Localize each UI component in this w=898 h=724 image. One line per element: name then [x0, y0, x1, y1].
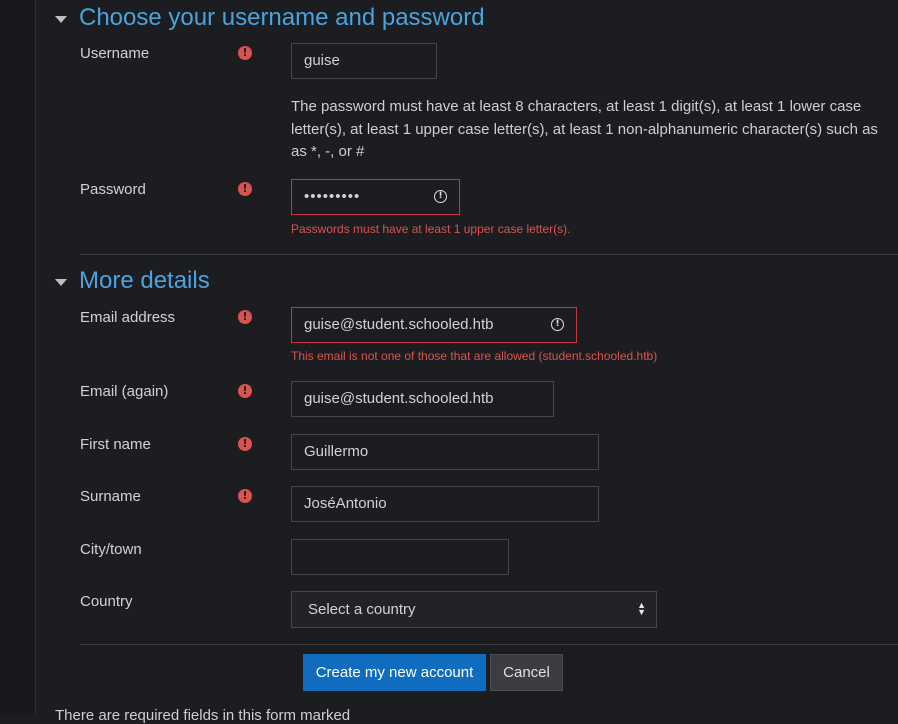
required-icon: ! [238, 384, 252, 398]
email-label: Email address [80, 309, 176, 326]
email-error: This email is not one of those that are … [291, 349, 658, 363]
email-input[interactable]: guise@student.schooled.htb [291, 307, 577, 343]
username-label: Username [80, 45, 150, 62]
country-select[interactable]: Select a country ▲ ▼ [291, 591, 657, 628]
required-icon: ! [238, 182, 252, 196]
password-label: Password [80, 181, 146, 198]
password-error: Passwords must have at least 1 upper cas… [291, 222, 571, 236]
required-icon: ! [238, 310, 252, 324]
surname-input[interactable]: JoséAntonio [291, 486, 599, 522]
select-arrows-icon: ▲ ▼ [637, 600, 646, 617]
firstname-label: First name [80, 436, 151, 453]
required-icon: ! [238, 46, 252, 60]
country-label: Country [80, 593, 133, 610]
left-rail [0, 0, 36, 715]
email-again-input[interactable]: guise@student.schooled.htb [291, 381, 554, 417]
collapse-caret-icon[interactable] [55, 278, 67, 286]
username-input[interactable]: guise [291, 43, 437, 79]
surname-label: Surname [80, 488, 141, 505]
email-again-label: Email (again) [80, 383, 169, 400]
section-title: Choose your username and password [79, 4, 485, 31]
create-account-button[interactable]: Create my new account [303, 654, 486, 691]
required-icon: ! [238, 489, 252, 503]
password-policy-text: The password must have at least 8 charac… [291, 98, 878, 160]
section-title: More details [79, 267, 210, 294]
firstname-input[interactable]: Guillermo [291, 434, 599, 470]
form-divider [80, 644, 898, 645]
section-header-details[interactable]: More details [55, 267, 210, 295]
city-input[interactable] [291, 539, 509, 575]
collapse-caret-icon[interactable] [55, 15, 67, 23]
country-select-value: Select a country [308, 601, 416, 618]
required-icon: ! [238, 437, 252, 451]
required-fields-note: There are required fields in this form m… [55, 707, 351, 724]
cancel-button[interactable]: Cancel [490, 654, 563, 691]
warning-icon: ! [434, 190, 447, 203]
city-label: City/town [80, 541, 142, 558]
section-header-account[interactable]: Choose your username and password [55, 4, 485, 32]
section-divider [80, 254, 898, 255]
warning-icon: ! [551, 318, 564, 331]
